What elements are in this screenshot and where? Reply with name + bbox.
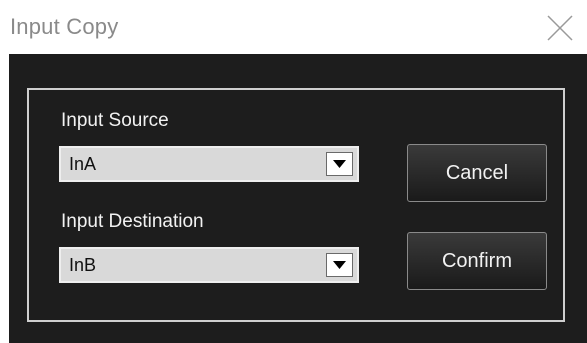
input-source-dropdown[interactable]: InA <box>59 146 359 182</box>
input-destination-label: Input Destination <box>61 211 204 232</box>
input-source-value: InA <box>69 154 97 174</box>
cancel-button[interactable]: Cancel <box>407 144 547 202</box>
chevron-down-icon[interactable] <box>326 253 353 277</box>
input-source-label: Input Source <box>61 110 169 131</box>
close-icon <box>545 13 575 43</box>
confirm-button[interactable]: Confirm <box>407 232 547 290</box>
input-destination-dropdown[interactable]: InB <box>59 247 359 283</box>
window-title: Input Copy <box>10 14 119 39</box>
chevron-down-icon[interactable] <box>326 152 353 176</box>
dialog-body: Input Source InA Input Destination InB C… <box>9 54 587 343</box>
title-bar: Input Copy <box>0 0 587 54</box>
options-groupbox: Input Source InA Input Destination InB C… <box>27 88 565 322</box>
close-button[interactable] <box>545 13 575 43</box>
input-destination-value: InB <box>69 255 97 275</box>
